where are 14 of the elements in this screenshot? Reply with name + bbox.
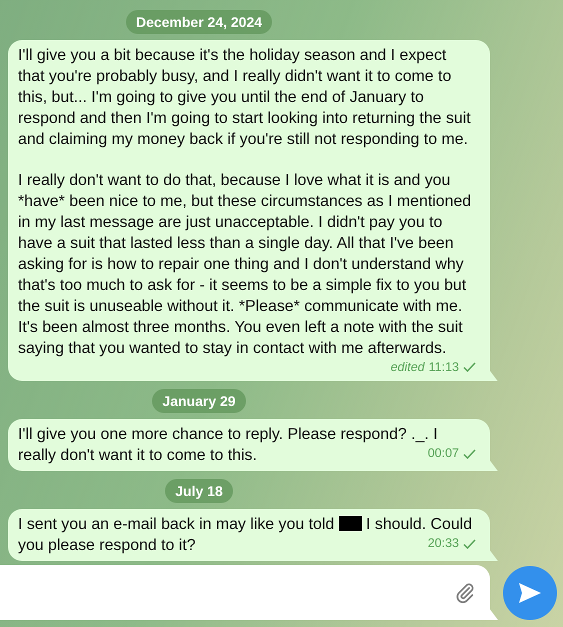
edited-label: edited bbox=[390, 358, 425, 376]
message-time: 00:07 bbox=[428, 445, 459, 462]
message-time: 20:33 bbox=[428, 535, 459, 552]
message-time: 11:13 bbox=[428, 358, 459, 376]
date-label: January 29 bbox=[152, 389, 246, 414]
send-button[interactable] bbox=[503, 566, 557, 620]
message-text: I'll give you one more chance to reply. Please respond? ._. I really don't want it to come to this. 00:07 bbox=[18, 425, 476, 468]
message-text: I'll give you a bit because it's the holiday season and I expect that you're probably busy, and I really didn't want it to come to this, but... I'm going to give you until the end of January to respond and then I'm going to start looking into returning the suit and claiming my money back if you're still not responding to me. bbox=[18, 46, 472, 150]
redaction-bar bbox=[338, 516, 362, 532]
paperclip-icon[interactable] bbox=[454, 582, 476, 604]
message-text: I sent you an e-mail back in may like you told I should. Could you please respond to it? 20:33 bbox=[18, 515, 476, 558]
date-label: December 24, 2024 bbox=[126, 10, 272, 34]
send-icon bbox=[518, 582, 542, 604]
date-label: July 18 bbox=[165, 479, 233, 504]
